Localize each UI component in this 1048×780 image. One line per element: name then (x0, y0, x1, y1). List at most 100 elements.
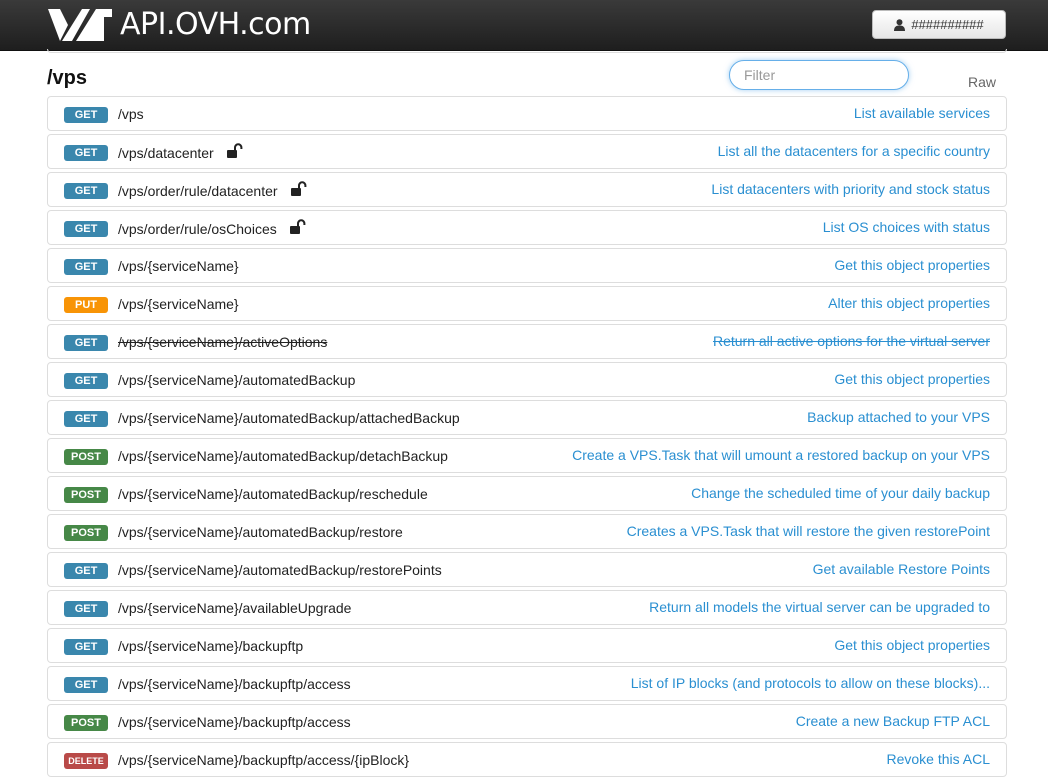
operation-path-container: /vps/{serviceName}/backupftp/access (118, 713, 351, 731)
operation-row[interactable]: DELETE /vps/{serviceName}/backupftp/acce… (47, 742, 1007, 777)
method-badge: GET (64, 335, 108, 351)
raw-link[interactable]: Raw (968, 74, 996, 90)
operation-row[interactable]: GET /vps/{serviceName}/backupftp Get thi… (47, 628, 1007, 663)
operation-description[interactable]: Change the scheduled time of your daily … (691, 484, 990, 502)
operation-row[interactable]: POST /vps/{serviceName}/automatedBackup/… (47, 438, 1007, 473)
operation-path: /vps (118, 106, 144, 122)
operation-description[interactable]: Create a VPS.Task that will umount a res… (572, 446, 990, 464)
method-badge: PUT (64, 297, 108, 313)
operation-row[interactable]: GET /vps/order/rule/datacenter List data… (47, 172, 1007, 207)
operation-row[interactable]: POST /vps/{serviceName}/automatedBackup/… (47, 476, 1007, 511)
operation-path: /vps/{serviceName}/backupftp/access (118, 714, 351, 730)
operation-path-container: /vps/{serviceName}/automatedBackup/resto… (118, 561, 442, 579)
method-badge: GET (64, 259, 108, 275)
operation-path-container: /vps/{serviceName} (118, 257, 239, 275)
operation-description[interactable]: Get this object properties (834, 256, 990, 274)
method-badge: GET (64, 677, 108, 693)
operation-description[interactable]: List all the datacenters for a specific … (718, 142, 990, 160)
operation-path-container: /vps/{serviceName}/automatedBackup/detac… (118, 447, 448, 465)
user-icon (894, 18, 906, 31)
operation-description[interactable]: List of IP blocks (and protocols to allo… (631, 674, 990, 692)
operation-path-container: /vps/{serviceName}/availableUpgrade (118, 599, 351, 617)
operation-path-container: /vps/order/rule/datacenter (118, 181, 307, 201)
user-account-button[interactable]: ########## (872, 10, 1006, 39)
operation-path: /vps/{serviceName}/automatedBackup/attac… (118, 410, 460, 426)
method-badge: GET (64, 221, 108, 237)
unlock-icon (226, 143, 243, 163)
operation-path: /vps/{serviceName}/activeOptions (118, 334, 328, 350)
operation-path: /vps/{serviceName}/backupftp/access/{ipB… (118, 752, 410, 768)
operation-description[interactable]: Backup attached to your VPS (807, 408, 990, 426)
filter-input[interactable] (729, 60, 909, 90)
method-badge: POST (64, 715, 108, 731)
operation-description[interactable]: Get this object properties (834, 370, 990, 388)
operation-path-container: /vps/{serviceName}/automatedBackup (118, 371, 355, 389)
operation-description[interactable]: Creates a VPS.Task that will restore the… (627, 522, 990, 540)
operation-row[interactable]: GET /vps/{serviceName}/availableUpgrade … (47, 590, 1007, 625)
operations-list: GET /vps List available services GET /vp… (47, 96, 1007, 780)
operation-path: /vps/{serviceName}/automatedBackup/resto… (118, 562, 442, 578)
operation-row[interactable]: POST /vps/{serviceName}/backupftp/access… (47, 704, 1007, 739)
operation-description[interactable]: Get available Restore Points (813, 560, 990, 578)
operation-description[interactable]: Get this object properties (834, 636, 990, 654)
operation-row[interactable]: GET /vps/{serviceName}/activeOptions Ret… (47, 324, 1007, 359)
operation-path: /vps/{serviceName}/backupftp/access (118, 676, 351, 692)
operation-row[interactable]: GET /vps/{serviceName}/backupftp/access … (47, 666, 1007, 701)
method-badge: GET (64, 107, 108, 123)
operation-path: /vps/{serviceName}/availableUpgrade (118, 600, 352, 616)
top-navbar: API.OVH.com ########## (0, 0, 1048, 51)
operation-path-container: /vps (118, 105, 144, 123)
operation-description[interactable]: Return all models the virtual server can… (649, 598, 990, 616)
method-badge: POST (64, 487, 108, 503)
operation-path-container: /vps/{serviceName}/activeOptions (118, 333, 327, 351)
operation-path-container: /vps/{serviceName}/automatedBackup/resto… (118, 523, 403, 541)
method-badge: GET (64, 183, 108, 199)
operation-path: /vps/{serviceName} (118, 258, 239, 274)
method-badge: GET (64, 601, 108, 617)
method-badge: GET (64, 145, 108, 161)
ovh-logo[interactable]: API.OVH.com (46, 5, 311, 45)
ovh-logo-icon (48, 9, 112, 41)
operation-path-container: /vps/{serviceName} (118, 295, 239, 313)
operation-row[interactable]: POST /vps/{serviceName}/automatedBackup/… (47, 514, 1007, 549)
operation-row[interactable]: GET /vps/order/rule/osChoices List OS ch… (47, 210, 1007, 245)
operation-path: /vps/order/rule/osChoices (118, 221, 277, 237)
operation-row[interactable]: PUT /vps/{serviceName} Alter this object… (47, 286, 1007, 321)
operation-path: /vps/datacenter (118, 145, 214, 161)
operation-description[interactable]: Revoke this ACL (887, 750, 991, 768)
operation-path-container: /vps/{serviceName}/backupftp/access/{ipB… (118, 751, 409, 769)
previous-section-row (47, 49, 1007, 53)
operation-row[interactable]: GET /vps List available services (47, 96, 1007, 131)
operation-path-container: /vps/datacenter (118, 143, 243, 163)
method-badge: GET (64, 411, 108, 427)
operation-path-container: /vps/{serviceName}/backupftp/access (118, 675, 351, 693)
operation-description[interactable]: Return all active options for the virtua… (713, 332, 990, 350)
logo-text: API.OVH.com (120, 7, 311, 42)
operation-row[interactable]: GET /vps/datacenter List all the datacen… (47, 134, 1007, 169)
operation-path: /vps/{serviceName}/automatedBackup (118, 372, 356, 388)
operation-path: /vps/{serviceName}/automatedBackup/resch… (118, 486, 428, 502)
operation-description[interactable]: Alter this object properties (828, 294, 990, 312)
operation-path: /vps/{serviceName}/backupftp (118, 638, 304, 654)
operation-path: /vps/order/rule/datacenter (118, 183, 278, 199)
operation-row[interactable]: GET /vps/{serviceName}/automatedBackup/r… (47, 552, 1007, 587)
operation-description[interactable]: Create a new Backup FTP ACL (796, 712, 990, 730)
method-badge: GET (64, 639, 108, 655)
operation-row[interactable]: GET /vps/{serviceName}/automatedBackup G… (47, 362, 1007, 397)
unlock-icon (290, 181, 307, 201)
operation-path-container: /vps/{serviceName}/automatedBackup/resch… (118, 485, 428, 503)
operation-description[interactable]: List OS choices with status (823, 218, 990, 236)
method-badge: GET (64, 373, 108, 389)
operation-path-container: /vps/{serviceName}/backupftp (118, 637, 303, 655)
section-title: /vps (47, 67, 88, 89)
operation-description[interactable]: List datacenters with priority and stock… (711, 180, 990, 198)
operation-description[interactable]: List available services (854, 104, 990, 122)
operation-path: /vps/{serviceName}/automatedBackup/detac… (118, 448, 448, 464)
unlock-icon (289, 219, 306, 239)
method-badge: POST (64, 525, 108, 541)
operation-path: /vps/{serviceName} (118, 296, 239, 312)
method-badge: GET (64, 563, 108, 579)
user-button-label: ########## (911, 17, 984, 32)
operation-row[interactable]: GET /vps/{serviceName}/automatedBackup/a… (47, 400, 1007, 435)
operation-row[interactable]: GET /vps/{serviceName} Get this object p… (47, 248, 1007, 283)
